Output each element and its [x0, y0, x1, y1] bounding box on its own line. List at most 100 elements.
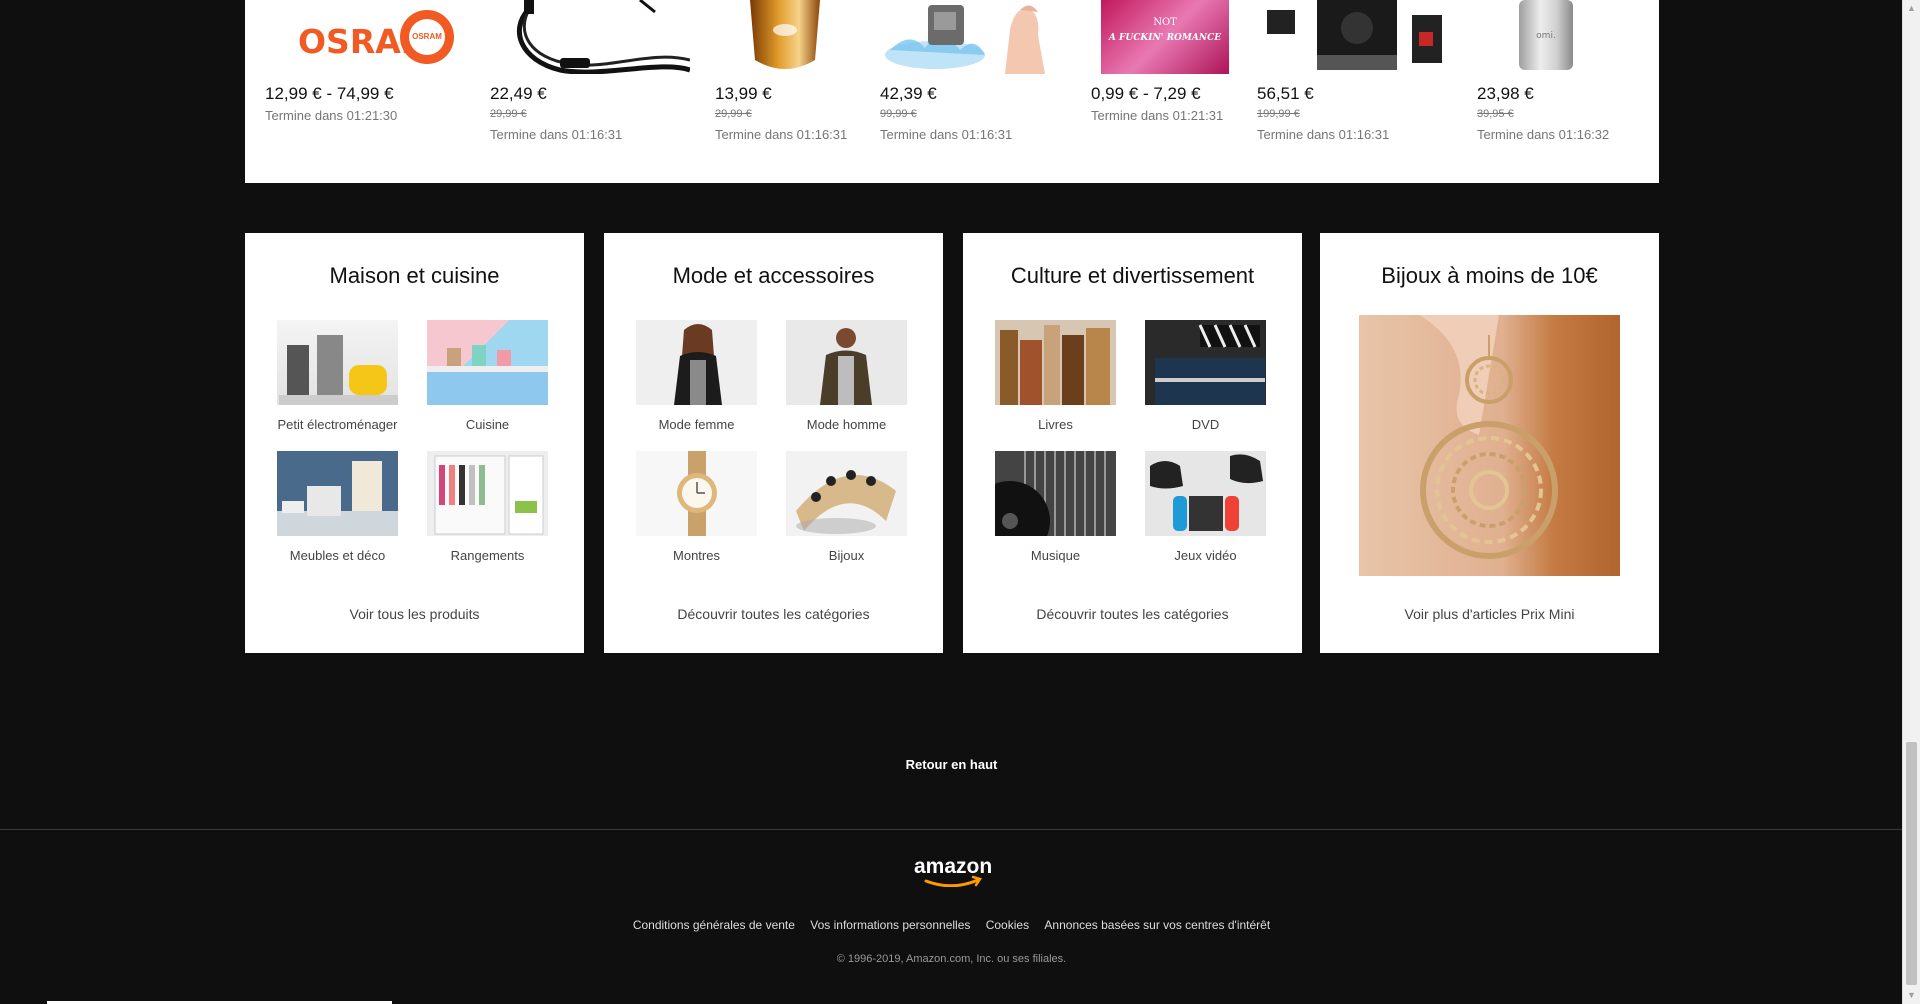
tile-label: Mode femme: [658, 417, 735, 432]
footer-link-cookies[interactable]: Cookies: [986, 918, 1029, 932]
tile-meubles-deco[interactable]: Meubles et déco: [277, 451, 398, 563]
deal-image[interactable]: omi.: [1477, 0, 1627, 74]
tile-dvd[interactable]: DVD: [1145, 320, 1266, 432]
tile-label: DVD: [1191, 417, 1220, 432]
tile-mode-femme[interactable]: Mode femme: [636, 320, 757, 432]
tile-bijoux[interactable]: Bijoux: [786, 451, 907, 563]
tile-label: Cuisine: [465, 417, 510, 432]
tile-image[interactable]: [427, 320, 548, 405]
card-link-prix-mini[interactable]: Voir plus d'articles Prix Mini: [1320, 606, 1659, 622]
category-card-mode: Mode et accessoires Mode femme Mode homm…: [604, 233, 943, 653]
category-card-bijoux-prix-mini: Bijoux à moins de 10€ Voir plus d'articl…: [1320, 233, 1659, 653]
svg-text:omi.: omi.: [1536, 31, 1556, 41]
deal-image[interactable]: [490, 0, 690, 74]
tile-label: Petit électroménager: [277, 417, 398, 432]
deal-item[interactable]: 22,49 € 29,99 € Termine dans 01:16:31: [490, 0, 690, 183]
deal-item[interactable]: 13,99 € 29,99 € Termine dans 01:16:31: [715, 0, 865, 183]
tile-label: Musique: [1030, 548, 1081, 563]
tile-label: Meubles et déco: [289, 548, 386, 563]
card-link-decouvrir[interactable]: Découvrir toutes les catégories: [604, 606, 943, 622]
scroll-up-arrow-icon[interactable]: ▲: [1903, 0, 1920, 17]
back-to-top-link[interactable]: Retour en haut: [0, 757, 1903, 772]
deal-timer: Termine dans 01:16:31: [1257, 127, 1390, 142]
book-cover-image: NOT A FUCKIN' ROMANCE: [1101, 0, 1229, 74]
deals-strip: OSRAM OSRAM 12,99 € - 74,99 € Termine da…: [245, 0, 1659, 183]
tile-image[interactable]: [995, 320, 1116, 405]
deal-price: 42,39 €: [880, 84, 937, 103]
amazon-smile-icon: [924, 875, 982, 887]
tile-jeux-video[interactable]: Jeux vidéo: [1145, 451, 1266, 563]
deal-image[interactable]: [1257, 0, 1457, 74]
tile-image[interactable]: [786, 320, 907, 405]
tile-petit-electromenager[interactable]: Petit électroménager: [277, 320, 398, 432]
scrollbar-thumb[interactable]: [1906, 742, 1917, 985]
copyright-text: © 1996-2019, Amazon.com, Inc. ou ses fil…: [836, 953, 1067, 965]
deal-item[interactable]: omi. 23,98 € 39,95 € Termine dans 01:16:…: [1477, 0, 1627, 183]
earring-promo-image[interactable]: [1359, 315, 1620, 576]
tile-image[interactable]: [786, 451, 907, 536]
card-link-decouvrir[interactable]: Découvrir toutes les catégories: [963, 606, 1302, 622]
deal-image[interactable]: [880, 0, 1080, 74]
glass-product-image: [750, 0, 820, 69]
deal-price: 13,99 €: [715, 84, 772, 103]
tile-image[interactable]: [277, 451, 398, 536]
deal-image[interactable]: NOT A FUCKIN' ROMANCE: [1091, 0, 1241, 74]
tile-label: Livres: [1038, 417, 1073, 432]
action-camera-product-image: [1267, 0, 1442, 70]
cable-product-image: [516, 0, 690, 74]
camera-splash-product-image: [885, 5, 1045, 74]
tile-label: Jeux vidéo: [1174, 548, 1237, 563]
card-title: Bijoux à moins de 10€: [1381, 263, 1598, 288]
tile-label: Bijoux: [828, 548, 865, 563]
deal-item[interactable]: 56,51 € 199,99 € Termine dans 01:16:31: [1257, 0, 1457, 183]
deal-timer: Termine dans 01:16:31: [490, 127, 623, 142]
tile-image[interactable]: [636, 451, 757, 536]
bottle-product-image: omi.: [1519, 0, 1573, 70]
deal-timer: Termine dans 01:16:31: [880, 127, 1013, 142]
tile-image[interactable]: [277, 320, 398, 405]
deal-item[interactable]: NOT A FUCKIN' ROMANCE 0,99 € - 7,29 € Te…: [1091, 0, 1241, 183]
deal-timer: Termine dans 01:16:32: [1477, 127, 1610, 142]
tile-rangements[interactable]: Rangements: [427, 451, 548, 563]
deal-timer: Termine dans 01:21:30: [265, 108, 398, 123]
tile-montres[interactable]: Montres: [636, 451, 757, 563]
deal-price: 22,49 €: [490, 84, 547, 103]
tile-image[interactable]: [1145, 451, 1266, 536]
scroll-down-arrow-icon[interactable]: ▼: [1903, 987, 1920, 1004]
vertical-scrollbar[interactable]: ▲ ▼: [1902, 0, 1920, 1004]
deal-timer: Termine dans 01:21:31: [1091, 108, 1224, 123]
tile-mode-homme[interactable]: Mode homme: [786, 320, 907, 432]
tile-musique[interactable]: Musique: [995, 451, 1116, 563]
category-card-culture: Culture et divertissement Livres DVD Mus…: [963, 233, 1302, 653]
tile-image[interactable]: [427, 451, 548, 536]
category-card-maison: Maison et cuisine Petit électroménager C…: [245, 233, 584, 653]
footer-link-cgv[interactable]: Conditions générales de vente: [633, 918, 795, 932]
deal-old-price: 29,99 €: [715, 108, 752, 120]
tile-image[interactable]: [995, 451, 1116, 536]
tile-image[interactable]: [1145, 320, 1266, 405]
card-title: Culture et divertissement: [1010, 263, 1255, 288]
deal-old-price: 39,95 €: [1477, 108, 1514, 120]
footer-divider: [0, 829, 1903, 830]
amazon-logo[interactable]: amazon: [910, 855, 994, 887]
deal-old-price: 199,99 €: [1257, 108, 1300, 120]
deal-old-price: 29,99 €: [490, 108, 527, 120]
footer-link-privacy[interactable]: Vos informations personnelles: [810, 918, 970, 932]
tile-livres[interactable]: Livres: [995, 320, 1116, 432]
tile-label: Mode homme: [806, 417, 887, 432]
deal-item[interactable]: 42,39 € 99,99 € Termine dans 01:16:31: [880, 0, 1080, 183]
tile-label: Montres: [673, 548, 720, 563]
deal-image[interactable]: [715, 0, 865, 74]
footer-link-interest-ads[interactable]: Annonces basées sur vos centres d'intérê…: [1044, 918, 1270, 932]
osram-logo-icon: OSRAM: [400, 10, 454, 64]
tile-label: Rangements: [450, 548, 525, 563]
deal-image[interactable]: OSRAM OSRAM: [265, 0, 465, 74]
tile-cuisine[interactable]: Cuisine: [427, 320, 548, 432]
deal-item[interactable]: OSRAM OSRAM 12,99 € - 74,99 € Termine da…: [265, 0, 465, 183]
deal-old-price: 99,99 €: [880, 108, 917, 120]
deal-price: 12,99 € - 74,99 €: [265, 84, 394, 103]
footer-links: Conditions générales de vente Vos inform…: [0, 918, 1903, 932]
deal-price: 0,99 € - 7,29 €: [1091, 84, 1201, 103]
tile-image[interactable]: [636, 320, 757, 405]
card-link-voir-tous[interactable]: Voir tous les produits: [245, 606, 584, 622]
